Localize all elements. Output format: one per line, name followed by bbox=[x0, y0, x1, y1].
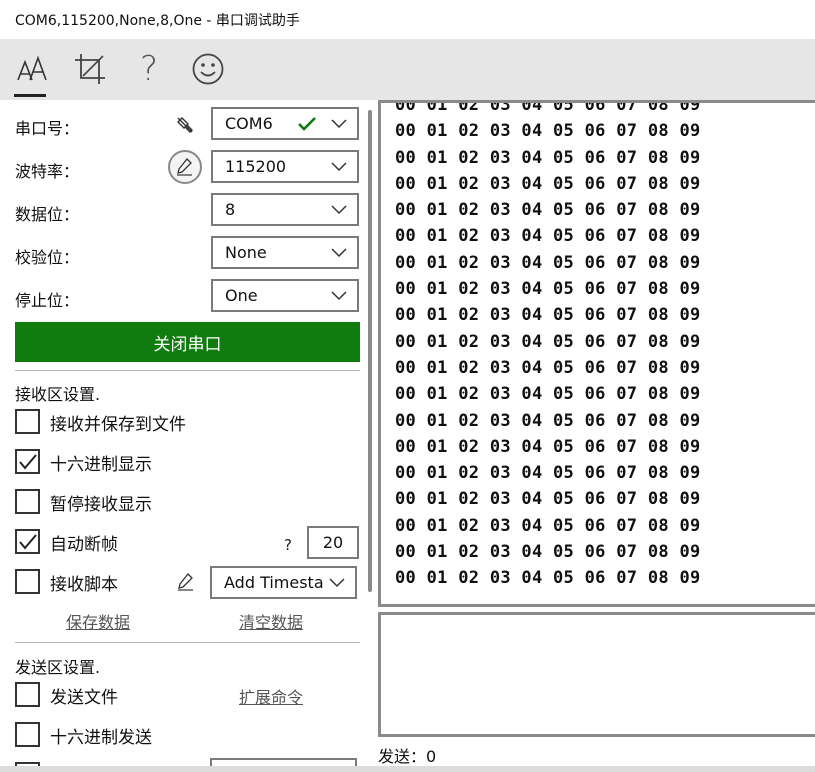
receive-line: 00 01 02 03 04 05 06 07 08 09 bbox=[395, 121, 701, 142]
send-settings-title: 发送区设置. bbox=[15, 658, 101, 677]
title-bar: COM6,115200,None,8,One - 串口调试助手 bbox=[0, 0, 815, 39]
parity-select[interactable]: None bbox=[211, 236, 359, 269]
receive-line: 00 01 02 03 04 05 06 07 08 09 bbox=[395, 384, 701, 405]
chevron-down-icon bbox=[331, 119, 347, 129]
parity-value: None bbox=[225, 243, 267, 262]
crop-icon[interactable] bbox=[72, 51, 108, 87]
receive-line: 00 01 02 03 04 05 06 07 08 09 bbox=[395, 463, 701, 484]
send-input-area[interactable] bbox=[378, 612, 815, 737]
pen-icon bbox=[177, 158, 192, 176]
baud-value: 115200 bbox=[225, 157, 287, 176]
databits-value: 8 bbox=[225, 200, 236, 219]
auto-frame-checkbox[interactable] bbox=[15, 529, 40, 554]
script-value: Add Timesta bbox=[224, 573, 324, 592]
frame-timeout-input[interactable]: 20 bbox=[307, 526, 359, 559]
receive-line: 00 01 02 03 04 05 06 07 08 09 bbox=[395, 489, 701, 510]
stopbits-value: One bbox=[225, 286, 258, 305]
chevron-down-icon bbox=[331, 205, 347, 215]
active-tab-indicator bbox=[14, 94, 46, 97]
divider bbox=[15, 370, 360, 371]
font-icon[interactable] bbox=[14, 51, 50, 97]
divider bbox=[15, 642, 360, 643]
receive-line: 00 01 02 03 04 05 06 07 08 09 bbox=[395, 200, 701, 221]
databits-label: 数据位： bbox=[15, 205, 80, 224]
stopbits-select[interactable]: One bbox=[211, 279, 359, 312]
receive-line: 00 01 02 03 04 05 06 07 08 09 bbox=[395, 226, 701, 247]
receive-line: 00 01 02 03 04 05 06 07 08 09 bbox=[395, 357, 701, 378]
baud-select[interactable]: 115200 bbox=[211, 150, 359, 183]
receive-line: 00 01 02 03 04 05 06 07 08 09 bbox=[395, 515, 701, 536]
window-bottom-edge bbox=[0, 766, 815, 772]
stopbits-label: 停止位： bbox=[15, 291, 80, 310]
receive-settings-title: 接收区设置. bbox=[15, 385, 101, 404]
port-select[interactable]: COM6 bbox=[211, 107, 359, 140]
sent-count-status: 发送：0 bbox=[378, 747, 437, 766]
receive-line: 00 01 02 03 04 05 06 07 08 09 bbox=[395, 568, 701, 589]
auto-frame-label: 自动断帧 bbox=[50, 535, 118, 555]
receive-line: 00 01 02 03 04 05 06 07 08 09 bbox=[395, 305, 701, 326]
pause-display-label: 暂停接收显示 bbox=[50, 495, 152, 515]
port-value: COM6 bbox=[225, 114, 273, 133]
receive-line: 00 01 02 03 04 05 06 07 08 09 bbox=[395, 173, 701, 194]
receive-script-label: 接收脚本 bbox=[50, 575, 118, 595]
checkmark-icon bbox=[19, 534, 37, 550]
receive-line: 00 01 02 03 04 05 06 07 08 09 bbox=[395, 279, 701, 300]
receive-line: 00 01 02 03 04 05 06 07 08 09 bbox=[395, 100, 701, 115]
script-select[interactable]: Add Timesta bbox=[210, 566, 357, 599]
save-to-file-label: 接收并保存到文件 bbox=[50, 415, 186, 435]
settings-panel: 串口号： COM6 波特率： 115200 数据位： 8 校验位： None 停… bbox=[0, 100, 376, 772]
receive-text: 00 01 02 03 04 05 06 07 08 09 00 01 02 03… bbox=[395, 100, 701, 592]
receive-line: 00 01 02 03 04 05 06 07 08 09 bbox=[395, 542, 701, 563]
window-title: COM6,115200,None,8,One - 串口调试助手 bbox=[15, 13, 300, 29]
help-icon[interactable]: ? bbox=[131, 49, 167, 89]
receive-line: 00 01 02 03 04 05 06 07 08 09 bbox=[395, 436, 701, 457]
send-file-label: 发送文件 bbox=[50, 688, 118, 708]
receive-area[interactable]: 00 01 02 03 04 05 06 07 08 09 00 01 02 03… bbox=[378, 100, 815, 607]
frame-help-icon[interactable]: ? bbox=[284, 536, 292, 554]
smiley-icon[interactable] bbox=[190, 51, 226, 87]
close-port-button[interactable]: 关闭串口 bbox=[15, 322, 360, 362]
chevron-down-icon bbox=[329, 578, 345, 588]
unpin-icon[interactable] bbox=[172, 112, 198, 138]
receive-line: 00 01 02 03 04 05 06 07 08 09 bbox=[395, 252, 701, 273]
edit-pen-button[interactable] bbox=[168, 150, 202, 184]
receive-line: 00 01 02 03 04 05 06 07 08 09 bbox=[395, 147, 701, 168]
pause-display-checkbox[interactable] bbox=[15, 489, 40, 514]
pen-icon[interactable] bbox=[176, 572, 196, 592]
baud-label: 波特率： bbox=[15, 162, 80, 181]
port-label: 串口号： bbox=[15, 119, 80, 138]
clear-data-link[interactable]: 清空数据 bbox=[239, 609, 303, 633]
parity-label: 校验位： bbox=[15, 248, 80, 267]
hex-display-checkbox[interactable] bbox=[15, 449, 40, 474]
chevron-down-icon bbox=[331, 248, 347, 258]
send-file-checkbox[interactable] bbox=[15, 682, 40, 707]
extend-command-link[interactable]: 扩展命令 bbox=[239, 684, 303, 708]
chevron-down-icon bbox=[331, 291, 347, 301]
save-data-link[interactable]: 保存数据 bbox=[66, 609, 130, 633]
databits-select[interactable]: 8 bbox=[211, 193, 359, 226]
hex-send-label: 十六进制发送 bbox=[50, 728, 152, 748]
hex-display-label: 十六进制显示 bbox=[50, 455, 152, 475]
toolbar: ? bbox=[0, 39, 815, 100]
settings-scrollbar[interactable] bbox=[368, 110, 372, 592]
receive-line: 00 01 02 03 04 05 06 07 08 09 bbox=[395, 410, 701, 431]
hex-send-checkbox[interactable] bbox=[15, 722, 40, 747]
check-icon bbox=[298, 117, 316, 131]
receive-script-checkbox[interactable] bbox=[15, 569, 40, 594]
receive-line: 00 01 02 03 04 05 06 07 08 09 bbox=[395, 331, 701, 352]
save-to-file-checkbox[interactable] bbox=[15, 409, 40, 434]
checkmark-icon bbox=[19, 454, 37, 470]
chevron-down-icon bbox=[331, 162, 347, 172]
